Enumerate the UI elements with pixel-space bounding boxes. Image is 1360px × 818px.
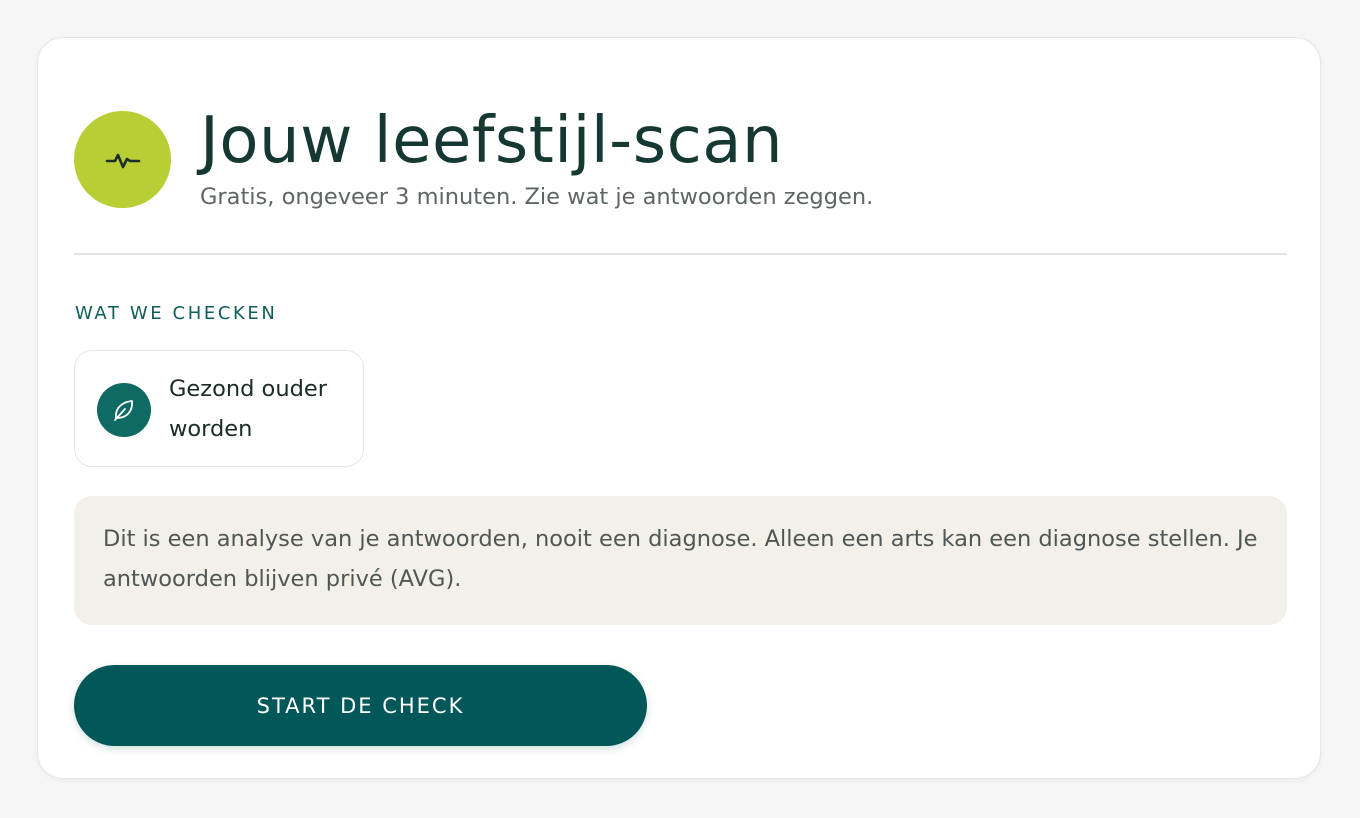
pulse-badge [74,111,171,208]
notice-text: Dit is een analyse van je antwoorden, no… [103,526,1258,592]
pulse-icon [105,153,140,168]
page-subtitle: Gratis, ongeveer 3 minuten. Zie wat je a… [200,184,874,210]
leaf-icon [114,400,133,421]
scan-intro-card: Jouw leefstijl-scan Gratis, ongeveer 3 m… [37,37,1321,779]
page-title: Jouw leefstijl-scan [200,104,784,178]
start-check-button[interactable]: START DE CHECK [74,665,647,746]
section-label: WAT WE CHECKEN [75,303,278,324]
topic-chip-healthy-aging: Gezond ouder worden [74,350,364,467]
topic-label: Gezond ouder worden [169,376,327,442]
header-divider [74,253,1287,255]
leaf-badge [97,383,151,437]
privacy-notice: Dit is een analyse van je antwoorden, no… [74,496,1287,625]
